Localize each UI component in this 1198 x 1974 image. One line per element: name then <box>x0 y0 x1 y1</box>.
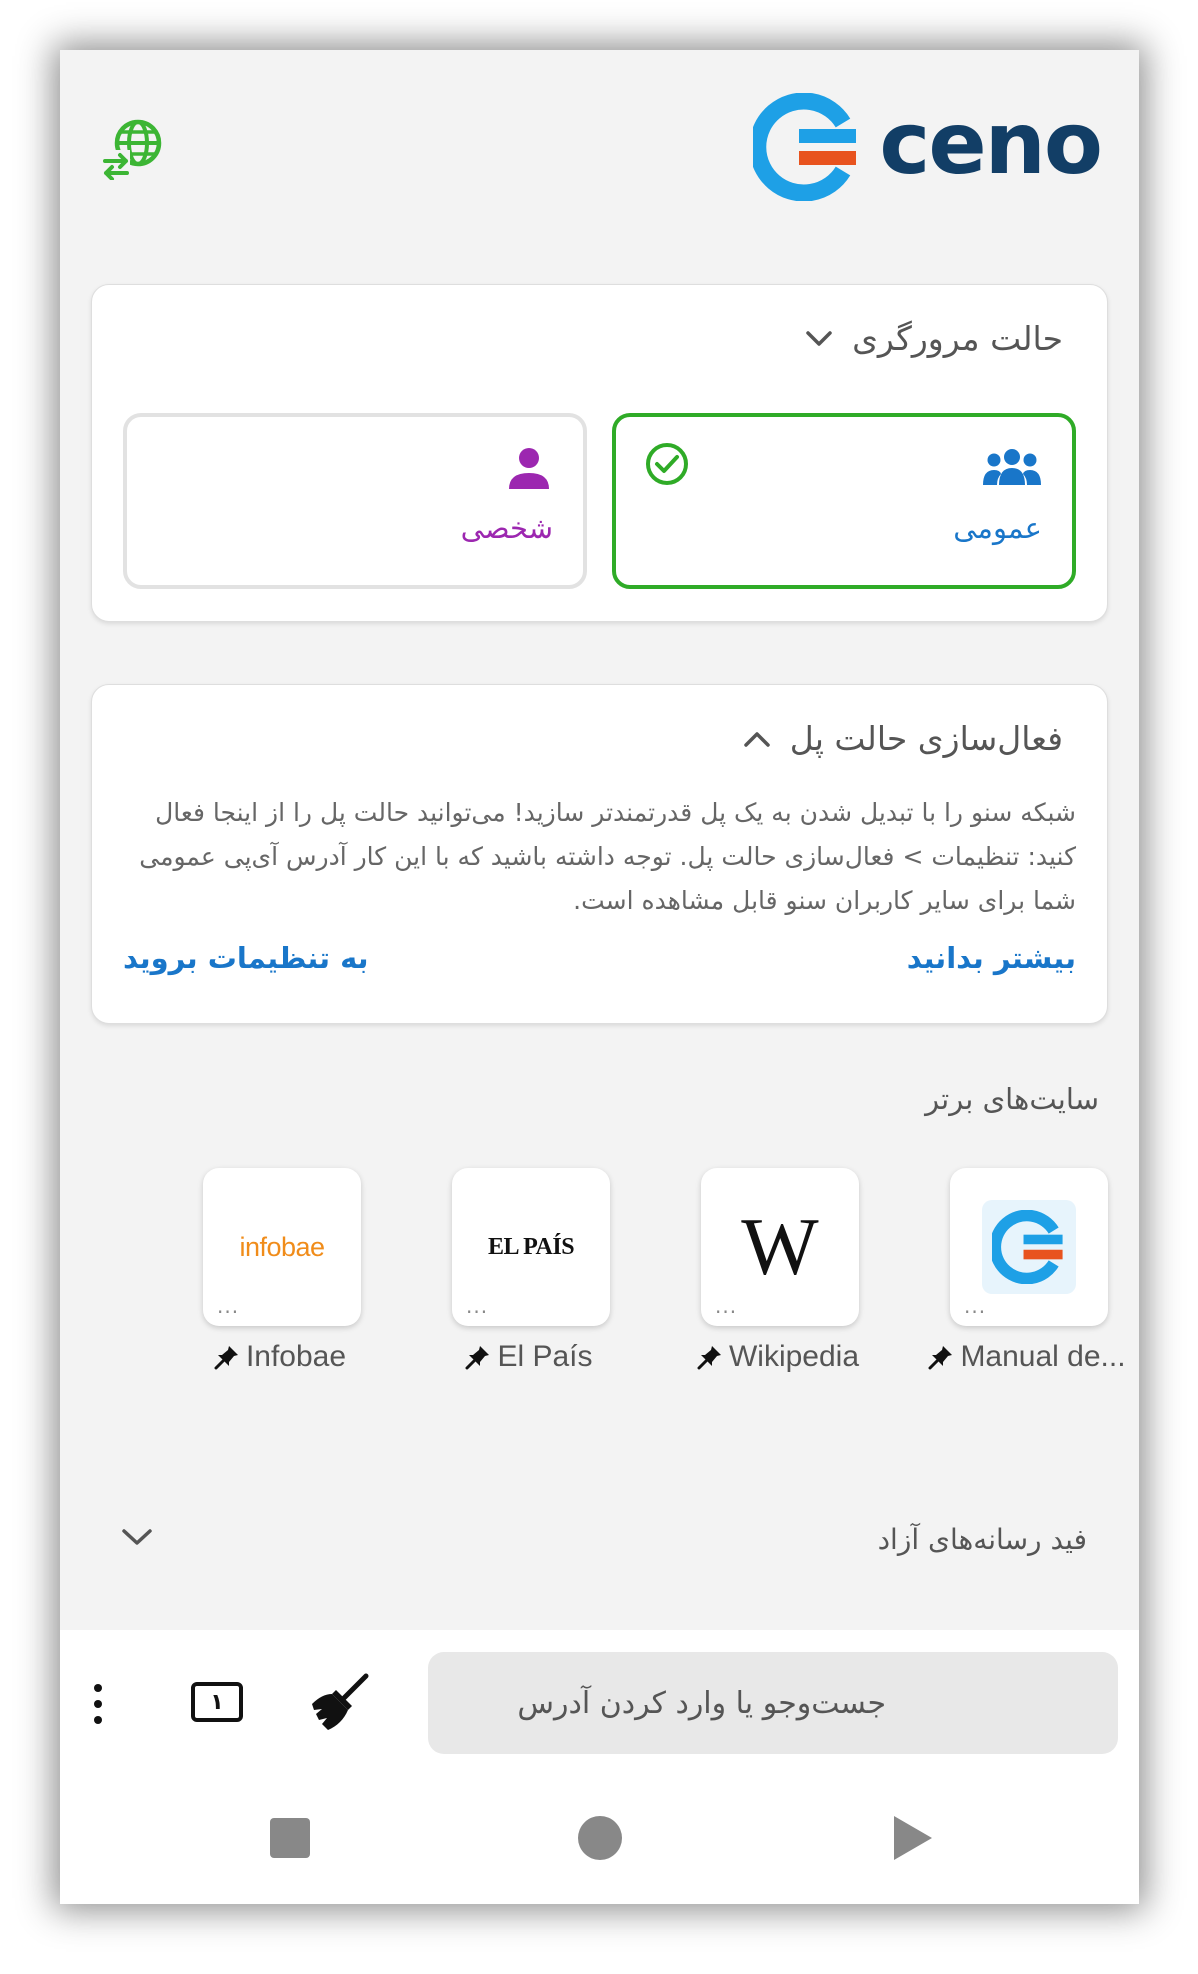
chevron-down-icon <box>120 1526 154 1552</box>
bridge-mode-card: فعال‌سازی حالت پل شبکه سنو را با تبدیل ش… <box>91 684 1108 1024</box>
wikipedia-logo: W <box>741 1201 819 1292</box>
pin-icon <box>465 1344 491 1370</box>
mode-label-public: عمومی <box>953 511 1042 545</box>
bottom-toolbar: ۱ جست‌وجو یا وارد کردن آدرس <box>60 1630 1139 1794</box>
site-label: Infobae <box>180 1340 380 1374</box>
top-site-wikipedia[interactable]: W ... Wikipedia <box>678 1168 878 1398</box>
address-bar[interactable]: جست‌وجو یا وارد کردن آدرس <box>428 1652 1118 1754</box>
home-button[interactable] <box>578 1816 622 1860</box>
android-nav-bar <box>60 1794 1139 1904</box>
pin-icon <box>697 1344 723 1370</box>
pin-icon <box>214 1344 240 1370</box>
group-icon <box>983 449 1041 485</box>
top-site-infobae[interactable]: infobae ... Infobae <box>180 1168 380 1398</box>
top-site-elpais[interactable]: EL PAÍS ... El País <box>429 1168 629 1398</box>
mode-option-public[interactable]: عمومی <box>612 413 1076 589</box>
recents-button[interactable] <box>270 1818 310 1858</box>
mode-option-personal[interactable]: شخصی <box>123 413 587 589</box>
pin-icon <box>928 1344 954 1370</box>
play-triangle-icon <box>894 1816 932 1860</box>
site-label: El País <box>429 1340 629 1374</box>
chevron-up-icon <box>742 729 772 749</box>
site-label: Manual de... <box>927 1340 1127 1374</box>
bridge-mode-description: شبکه سنو را با تبدیل شدن به یک پل قدرتمن… <box>139 798 1076 915</box>
site-tile: EL PAÍS ... <box>452 1168 610 1326</box>
chevron-down-icon <box>804 329 834 349</box>
ceno-logo: ceno <box>753 92 1103 202</box>
browsing-mode-title: حالت مرورگری <box>852 319 1063 358</box>
more-vertical-icon[interactable] <box>78 1674 118 1734</box>
learn-more-link[interactable]: بیشتر بدانید <box>907 941 1076 975</box>
browsing-mode-card: حالت مرورگری عمومی شخصی <box>91 284 1108 622</box>
globe-swap-icon <box>102 119 162 181</box>
person-icon <box>509 448 549 489</box>
free-media-feed-title: فید رسانه‌های آزاد <box>877 1522 1087 1556</box>
site-tile: ... <box>950 1168 1108 1326</box>
bridge-mode-title: فعال‌سازی حالت پل <box>789 719 1063 758</box>
go-to-settings-link[interactable]: به تنظیمات بروید <box>123 941 369 975</box>
site-name: Infobae <box>245 1340 347 1373</box>
top-site-manual[interactable]: ... Manual de... <box>927 1168 1127 1398</box>
site-tile: infobae ... <box>203 1168 361 1326</box>
infobae-logo: infobae <box>239 1231 325 1262</box>
language-switch-button[interactable] <box>100 116 164 181</box>
site-name: Manual de... <box>960 1340 1126 1373</box>
brand-name: ceno <box>879 94 1103 194</box>
back-button[interactable] <box>890 1814 934 1862</box>
site-more-icon[interactable]: ... <box>466 1296 488 1316</box>
bridge-mode-header[interactable]: فعال‌سازی حالت پل <box>742 719 1063 758</box>
site-name: El País <box>497 1340 593 1373</box>
elpais-logo: EL PAÍS <box>487 1233 575 1260</box>
site-name: Wikipedia <box>728 1340 860 1373</box>
free-media-feed-header[interactable]: فید رسانه‌های آزاد <box>120 1514 1087 1564</box>
site-label: Wikipedia <box>678 1340 878 1374</box>
site-more-icon[interactable]: ... <box>217 1296 239 1316</box>
mode-label-personal: شخصی <box>460 511 553 545</box>
tabs-counter-button[interactable]: ۱ <box>191 1682 243 1722</box>
address-bar-placeholder: جست‌وجو یا وارد کردن آدرس <box>517 1685 886 1721</box>
site-more-icon[interactable]: ... <box>715 1296 737 1316</box>
site-more-icon[interactable]: ... <box>964 1296 986 1316</box>
browsing-mode-header[interactable]: حالت مرورگری <box>804 319 1063 358</box>
site-tile: W ... <box>701 1168 859 1326</box>
ceno-logo-icon <box>753 93 857 201</box>
top-sites-title: سایت‌های برتر <box>925 1082 1099 1116</box>
ceno-site-logo <box>982 1200 1076 1294</box>
check-circle-icon <box>646 443 688 485</box>
broom-icon[interactable] <box>308 1668 374 1734</box>
app-screen: ceno حالت مرورگری عمومی <box>60 50 1139 1904</box>
